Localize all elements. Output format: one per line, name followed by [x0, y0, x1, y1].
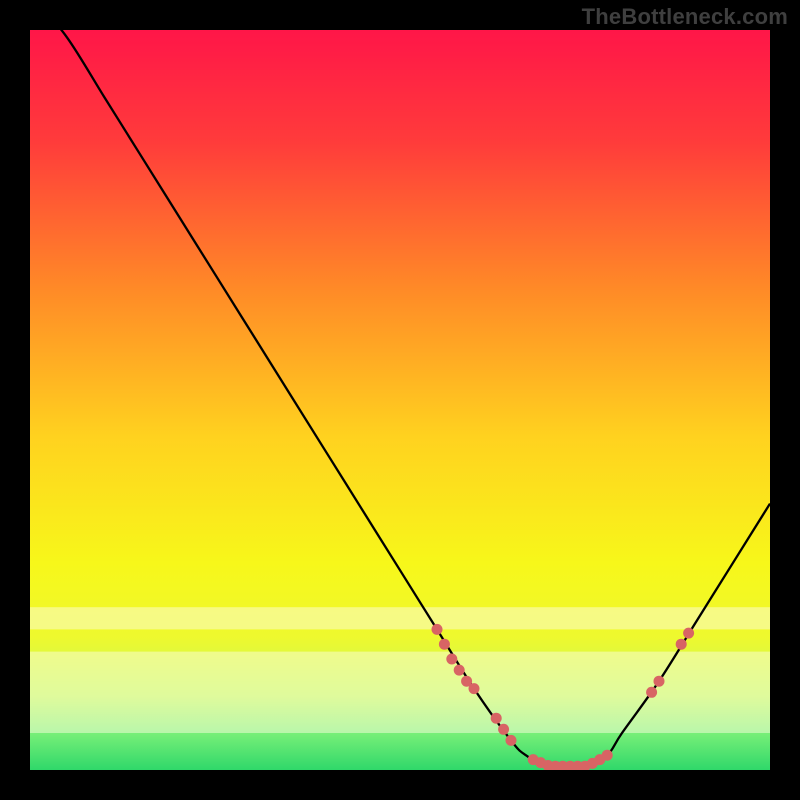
- data-marker: [469, 683, 480, 694]
- data-marker: [432, 624, 443, 635]
- data-marker: [439, 639, 450, 650]
- data-marker: [454, 665, 465, 676]
- chart-container: TheBottleneck.com: [0, 0, 800, 800]
- data-marker: [683, 628, 694, 639]
- data-marker: [654, 676, 665, 687]
- light-band: [30, 607, 770, 629]
- data-marker: [676, 639, 687, 650]
- data-marker: [646, 687, 657, 698]
- watermark-label: TheBottleneck.com: [582, 4, 788, 30]
- data-marker: [602, 750, 613, 761]
- light-band: [30, 652, 770, 733]
- data-marker: [506, 735, 517, 746]
- data-marker: [446, 654, 457, 665]
- data-marker: [491, 713, 502, 724]
- data-marker: [498, 724, 509, 735]
- chart-svg: [30, 30, 770, 770]
- plot-area: [30, 30, 770, 770]
